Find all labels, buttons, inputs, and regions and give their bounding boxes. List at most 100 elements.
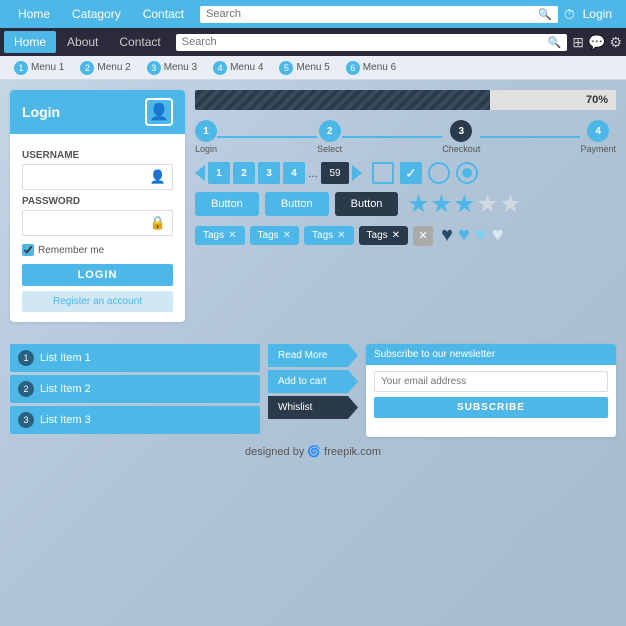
tag-1-close[interactable]: ✕	[228, 230, 236, 241]
page-2[interactable]: 2	[233, 162, 255, 184]
star-3[interactable]	[454, 194, 474, 214]
subnav-label-2: Menu 2	[97, 62, 130, 73]
button-1[interactable]: Button	[195, 192, 259, 216]
step-label-2: Select	[317, 144, 342, 154]
page-prev[interactable]	[195, 165, 205, 181]
subnav-item-4[interactable]: 4 Menu 4	[207, 61, 269, 75]
radio-dot	[462, 168, 472, 178]
login-title: Login	[22, 104, 60, 120]
nav1-search-input[interactable]	[206, 8, 538, 20]
star-1[interactable]	[408, 194, 428, 214]
tag-1[interactable]: Tags ✕	[195, 226, 245, 245]
nav2-search-input[interactable]	[182, 36, 548, 48]
subnav-item-5[interactable]: 5 Menu 5	[273, 61, 335, 75]
subscribe-button[interactable]: SUBSCRIBE	[374, 397, 608, 418]
tag-2-close[interactable]: ✕	[283, 230, 291, 241]
tag-2[interactable]: Tags ✕	[250, 226, 300, 245]
newsletter-email-input[interactable]	[374, 371, 608, 392]
register-button[interactable]: Register an account	[22, 291, 173, 312]
stars-row	[408, 194, 520, 214]
nav2-contact[interactable]: Contact	[109, 31, 170, 53]
step-3[interactable]: 3 Checkout	[442, 120, 480, 154]
page-3[interactable]: 3	[258, 162, 280, 184]
tags-row: Tags ✕ Tags ✕ Tags ✕ Tags ✕ ✕	[195, 226, 433, 246]
nav2-about[interactable]: About	[57, 31, 108, 53]
username-input-display[interactable]: 👤	[22, 164, 173, 190]
remember-label: Remember me	[38, 245, 104, 256]
list-item-2[interactable]: 2 List Item 2	[10, 375, 260, 403]
nav2-search-box[interactable]: 🔍	[176, 34, 568, 51]
checkbox-checked[interactable]: ✓	[400, 162, 422, 184]
main-content: Login 👤 USERNAME 👤 PASSWORD 🔒 Remember m…	[0, 80, 626, 342]
arrow-btn-1[interactable]: Read More	[268, 344, 358, 367]
arrow-btn-2[interactable]: Add to cart	[268, 370, 358, 393]
right-column: 70% 1 Login 2 Select 3 Checkout 4 Paymen…	[195, 90, 616, 332]
button-2[interactable]: Button	[265, 192, 329, 216]
tag-4-close[interactable]: ✕	[392, 230, 400, 241]
nav2-home[interactable]: Home	[4, 31, 56, 53]
heart-3[interactable]: ♥	[475, 224, 487, 247]
subnav-label-3: Menu 3	[164, 62, 197, 73]
star-2[interactable]	[431, 194, 451, 214]
nav1-category[interactable]: Catagory	[62, 3, 131, 25]
tag-x-standalone[interactable]: ✕	[413, 226, 433, 246]
subnav-item-1[interactable]: 1 Menu 1	[8, 61, 70, 75]
footer-text: designed by	[245, 446, 304, 458]
subnav-item-6[interactable]: 6 Menu 6	[340, 61, 402, 75]
step-line-2	[342, 136, 442, 138]
progress-section: 70%	[195, 90, 616, 110]
step-2[interactable]: 2 Select	[317, 120, 342, 154]
lock-icon: 🔒	[150, 215, 166, 231]
nav1-contact[interactable]: Contact	[133, 3, 194, 25]
star-4[interactable]	[477, 194, 497, 214]
password-input-display[interactable]: 🔒	[22, 210, 173, 236]
button-3[interactable]: Button	[335, 192, 399, 216]
heart-1[interactable]: ♥	[441, 224, 453, 247]
heart-2[interactable]: ♥	[458, 224, 470, 247]
newsletter-header: Subscribe to our newsletter	[366, 344, 616, 365]
star-5[interactable]	[500, 194, 520, 214]
arrow-btn-1-label: Read More	[278, 350, 327, 361]
bottom-section: 1 List Item 1 2 List Item 2 3 List Item …	[0, 344, 626, 437]
checkbox-empty[interactable]	[372, 162, 394, 184]
step-4[interactable]: 4 Payment	[580, 120, 616, 154]
remember-checkbox[interactable]	[22, 244, 34, 256]
newsletter-body: SUBSCRIBE	[366, 365, 616, 424]
tag-3-close[interactable]: ✕	[337, 230, 345, 241]
page-1[interactable]: 1	[208, 162, 230, 184]
list-num-1: 1	[18, 350, 34, 366]
step-label-1: Login	[195, 144, 217, 154]
username-input[interactable]	[29, 171, 150, 183]
arrow-btn-3-label: Whislist	[278, 402, 312, 413]
radio-checked[interactable]	[456, 162, 478, 184]
list-label-3: List Item 3	[40, 414, 91, 426]
hearts-row: ♥ ♥ ♥ ♥	[441, 224, 504, 247]
list-num-2: 2	[18, 381, 34, 397]
arrow-btn-3[interactable]: Whislist	[268, 396, 358, 419]
clock-icon: ⏱	[564, 6, 575, 23]
nav1-home[interactable]: Home	[8, 3, 60, 25]
page-next[interactable]	[352, 165, 362, 181]
footer-brand[interactable]: freepik.com	[324, 446, 381, 458]
subnav-item-3[interactable]: 3 Menu 3	[141, 61, 203, 75]
page-last[interactable]: 59	[321, 162, 349, 184]
radio-empty[interactable]	[428, 162, 450, 184]
navbar-secondary: Home About Contact 🔍 ⊞ 💬 ⚙	[0, 28, 626, 56]
list-items: 1 List Item 1 2 List Item 2 3 List Item …	[10, 344, 260, 437]
subnav-num-1: 1	[14, 61, 28, 75]
heart-4[interactable]: ♥	[492, 224, 504, 247]
user-icon: 👤	[145, 98, 173, 126]
login-link[interactable]: Login	[577, 5, 618, 23]
list-item-3[interactable]: 3 List Item 3	[10, 406, 260, 434]
login-body: USERNAME 👤 PASSWORD 🔒 Remember me LOGIN …	[10, 134, 185, 322]
tag-4[interactable]: Tags ✕	[359, 226, 409, 245]
subnav-item-2[interactable]: 2 Menu 2	[74, 61, 136, 75]
tag-3[interactable]: Tags ✕	[304, 226, 354, 245]
password-input[interactable]	[29, 217, 150, 229]
login-button[interactable]: LOGIN	[22, 264, 173, 286]
nav1-search-box[interactable]: 🔍	[200, 6, 558, 23]
list-item-1[interactable]: 1 List Item 1	[10, 344, 260, 372]
page-4[interactable]: 4	[283, 162, 305, 184]
step-circle-2: 2	[319, 120, 341, 142]
step-1[interactable]: 1 Login	[195, 120, 217, 154]
